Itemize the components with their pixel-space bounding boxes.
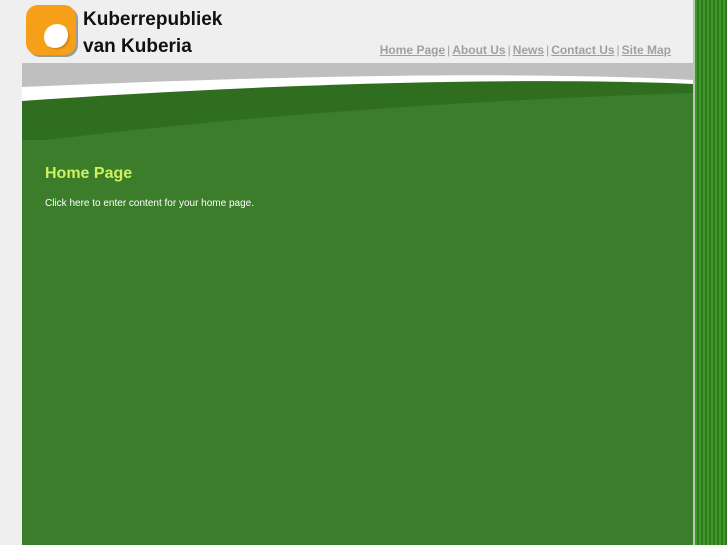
nav-separator: | bbox=[507, 43, 511, 57]
site-logo[interactable] bbox=[26, 5, 76, 55]
top-nav: Home Page | About Us | News | Contact Us | Site … bbox=[380, 43, 671, 57]
nav-news-link[interactable]: News bbox=[513, 43, 544, 57]
nav-home-page-link[interactable]: Home Page bbox=[380, 43, 445, 57]
logo-circle-icon bbox=[44, 24, 70, 50]
nav-site-map-link[interactable]: Site Map bbox=[622, 43, 671, 57]
page-heading: Home Page bbox=[45, 165, 133, 182]
nav-about-us-link[interactable]: About Us bbox=[452, 43, 505, 57]
right-edge-strip bbox=[693, 0, 727, 545]
site-title: Kuberrepubliek van Kuberia bbox=[83, 6, 273, 60]
nav-separator: | bbox=[616, 43, 620, 57]
site-header: Kuberrepubliek van Kuberia Home Page | Abo… bbox=[22, 0, 693, 64]
page-body-text[interactable]: Click here to enter content for your hom… bbox=[45, 198, 254, 209]
main-content: Home Page Click here to enter content fo… bbox=[22, 140, 693, 545]
site-title-line2: van Kuberia bbox=[83, 36, 192, 57]
nav-contact-us-link[interactable]: Contact Us bbox=[551, 43, 614, 57]
site-title-line1: Kuberrepubliek bbox=[83, 9, 223, 30]
header-swoosh-banner bbox=[22, 63, 693, 145]
